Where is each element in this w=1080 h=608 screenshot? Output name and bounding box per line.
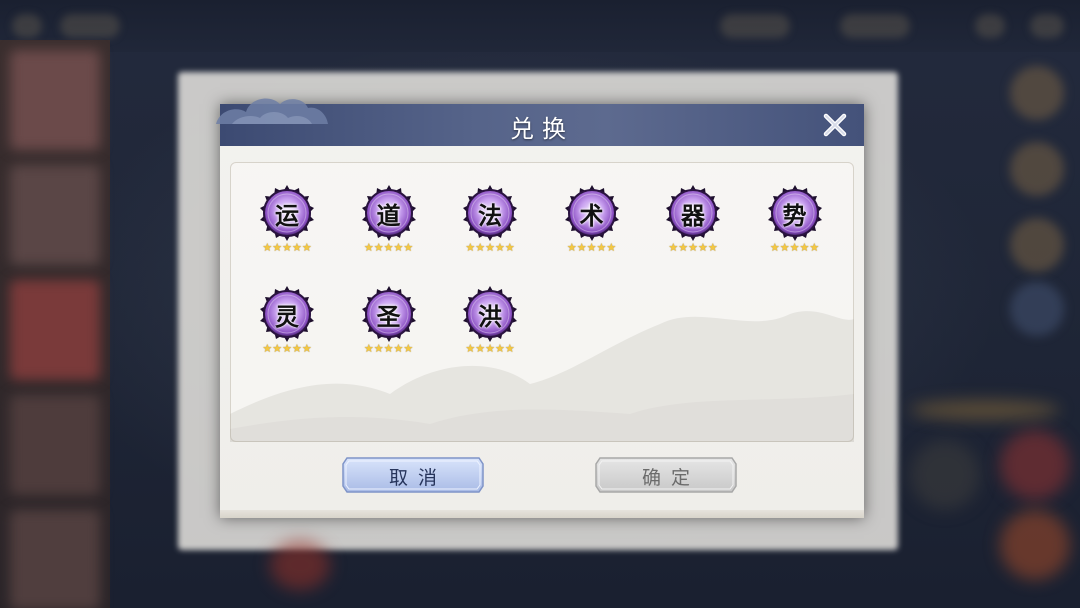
exchange-item[interactable]: 洪 ★ ★ ★ ★ ★ [455,285,525,365]
star-icon: ★ [373,342,384,355]
item-glyph: 术 [579,200,604,230]
star-icon: ★ [363,241,374,254]
star-icon: ★ [688,241,698,254]
exchange-item[interactable]: 器 ★ ★ ★ ★ ★ [658,184,728,264]
background-left-character-list [0,40,110,608]
confirm-button-label: 确定 [641,467,700,489]
cancel-button-label: 取消 [388,467,447,489]
star-icon: ★ [707,241,718,254]
confirm-button[interactable]: 确定 [594,456,738,494]
star-icon: ★ [262,342,273,355]
star-icon: ★ [282,241,292,254]
item-glyph: 法 [478,200,502,230]
star-rating: ★ ★ ★ ★ ★ [260,343,314,355]
star-icon: ★ [282,342,292,355]
star-icon: ★ [475,241,486,254]
item-glyph: 运 [275,200,299,230]
star-icon: ★ [272,241,283,254]
star-icon: ★ [272,342,283,355]
star-rating: ★ ★ ★ ★ ★ [260,242,314,254]
star-icon: ★ [494,342,505,355]
star-rating: ★ ★ ★ ★ ★ [666,242,720,254]
exchange-item[interactable]: 势 ★ ★ ★ ★ ★ [760,184,830,264]
star-icon: ★ [485,241,495,254]
star-icon: ★ [291,241,302,254]
star-icon: ★ [596,241,607,254]
exchange-item[interactable]: 术 ★ ★ ★ ★ ★ [557,184,627,264]
star-icon: ★ [393,241,404,254]
item-glyph: 道 [376,200,401,230]
star-icon: ★ [301,342,312,355]
star-icon: ★ [383,241,394,254]
star-icon: ★ [291,342,302,355]
star-rating: ★ ★ ★ ★ ★ [362,242,416,254]
star-icon: ★ [678,241,689,254]
star-icon: ★ [586,241,597,254]
cancel-button[interactable]: 取消 [341,456,485,494]
star-icon: ★ [799,241,810,254]
star-icon: ★ [393,342,404,355]
star-icon: ★ [465,342,476,355]
star-icon: ★ [504,342,515,355]
star-icon: ★ [262,241,273,254]
star-icon: ★ [485,342,495,355]
star-icon: ★ [504,241,515,254]
star-icon: ★ [475,342,486,355]
close-icon [823,113,847,137]
star-icon: ★ [779,241,790,254]
star-icon: ★ [606,241,617,254]
star-rating: ★ ★ ★ ★ ★ [463,242,517,254]
dialog-bottom-border [220,510,864,518]
star-rating: ★ ★ ★ ★ ★ [768,242,822,254]
star-icon: ★ [403,342,414,355]
item-glyph: 洪 [478,301,502,331]
star-icon: ★ [363,342,374,355]
item-glyph: 圣 [376,301,401,331]
star-icon: ★ [566,241,577,254]
star-icon: ★ [465,241,476,254]
exchange-item[interactable]: 运 ★ ★ ★ ★ ★ [252,184,322,264]
exchange-item[interactable]: 灵 ★ ★ ★ ★ ★ [252,285,322,365]
exchange-item[interactable]: 法 ★ ★ ★ ★ ★ [455,184,525,264]
exchange-item[interactable]: 道 ★ ★ ★ ★ ★ [354,184,424,264]
dialog-title: 兑换 [510,115,574,143]
star-rating: ★ ★ ★ ★ ★ [463,343,517,355]
star-icon: ★ [383,342,394,355]
star-rating: ★ ★ ★ ★ ★ [565,242,619,254]
background-top-bar [0,0,1080,52]
item-glyph: 器 [681,200,705,230]
star-icon: ★ [576,241,587,254]
exchange-dialog: 兑换 运 ★ ★ ★ ★ ★ 道 ★ ★ ★ ★ ★ 法 ★ ★ ★ ★ ★ 术 ★ ★ ★ ★ ★ 器 ★ ★ ★ ★ ★ 势 ★ ★ ★ ★ ★ 灵… [216,98,864,518]
star-icon: ★ [494,241,505,254]
close-button[interactable] [820,110,850,140]
star-icon: ★ [373,241,384,254]
star-rating: ★ ★ ★ ★ ★ [362,343,416,355]
star-icon: ★ [697,241,708,254]
star-icon: ★ [769,241,780,254]
item-glyph: 势 [782,200,807,230]
star-icon: ★ [301,241,312,254]
mountain-background-decoration [230,311,854,442]
star-icon: ★ [668,241,679,254]
star-icon: ★ [809,241,820,254]
item-glyph: 灵 [275,301,299,331]
exchange-item[interactable]: 圣 ★ ★ ★ ★ ★ [354,285,424,365]
star-icon: ★ [789,241,800,254]
dialog-header: 兑换 [216,98,864,146]
star-icon: ★ [403,241,414,254]
